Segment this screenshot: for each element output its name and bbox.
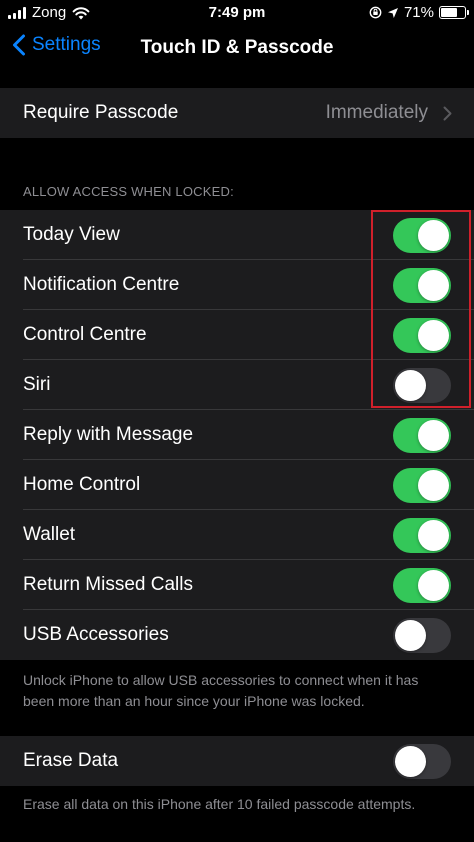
return-missed-calls-toggle[interactable]	[393, 568, 451, 603]
toggle-knob	[418, 220, 449, 251]
home-control-row: Home Control	[0, 460, 474, 510]
section-header-locked: ALLOW ACCESS WHEN LOCKED:	[23, 184, 234, 199]
wallet-label: Wallet	[23, 524, 76, 545]
require-passcode-row[interactable]: Require Passcode Immediately	[0, 88, 474, 138]
allow-access-group: Today View Notification Centre Control Cen…	[0, 210, 474, 660]
toggle-knob	[418, 520, 449, 551]
settings-screen: Zong 7:49 pm 71% Settings Touch ID & Pas…	[0, 0, 474, 842]
siri-toggle[interactable]	[393, 368, 451, 403]
siri-label: Siri	[23, 374, 51, 395]
control-centre-toggle[interactable]	[393, 318, 451, 353]
toggle-knob	[418, 320, 449, 351]
page-title: Touch ID & Passcode	[0, 37, 474, 59]
toggle-knob	[418, 420, 449, 451]
toggle-knob	[418, 270, 449, 301]
control-centre-row: Control Centre	[0, 310, 474, 360]
erase-data-row: Erase Data	[0, 736, 474, 786]
wallet-toggle[interactable]	[393, 518, 451, 553]
today-view-label: Today View	[23, 224, 120, 245]
home-control-label: Home Control	[23, 474, 141, 495]
today-view-row: Today View	[0, 210, 474, 260]
location-arrow-icon	[387, 7, 398, 18]
return-missed-calls-label: Return Missed Calls	[23, 574, 193, 595]
battery-fill	[441, 8, 458, 17]
today-view-toggle[interactable]	[393, 218, 451, 253]
usb-accessories-footer: Unlock iPhone to allow USB accessories t…	[23, 672, 419, 709]
erase-data-toggle[interactable]	[393, 744, 451, 779]
return-missed-calls-row: Return Missed Calls	[0, 560, 474, 610]
notification-centre-toggle[interactable]	[393, 268, 451, 303]
require-passcode-group: Require Passcode Immediately	[0, 88, 474, 138]
notification-centre-row: Notification Centre	[0, 260, 474, 310]
status-right: 71%	[369, 4, 469, 21]
control-centre-label: Control Centre	[23, 324, 147, 345]
usb-accessories-row: USB Accessories	[0, 610, 474, 660]
usb-accessories-label: USB Accessories	[23, 624, 169, 645]
battery-icon	[439, 6, 469, 19]
erase-data-footer: Erase all data on this iPhone after 10 f…	[23, 796, 416, 812]
erase-data-group: Erase Data	[0, 736, 474, 786]
notification-centre-label: Notification Centre	[23, 274, 180, 295]
usb-accessories-toggle[interactable]	[393, 618, 451, 653]
toggle-knob	[418, 470, 449, 501]
require-passcode-value: Immediately	[325, 102, 428, 123]
toggle-knob	[395, 620, 426, 651]
battery-percentage: 71%	[403, 4, 434, 21]
toggle-knob	[395, 370, 426, 401]
require-passcode-label: Require Passcode	[23, 102, 179, 123]
siri-row: Siri	[0, 360, 474, 410]
toggle-knob	[418, 570, 449, 601]
toggle-knob	[395, 746, 426, 777]
chevron-right-icon	[443, 106, 452, 121]
reply-with-message-label: Reply with Message	[23, 424, 194, 445]
erase-data-label: Erase Data	[23, 750, 119, 771]
page-title-text: Touch ID & Passcode	[140, 37, 334, 58]
reply-with-message-toggle[interactable]	[393, 418, 451, 453]
status-bar: Zong 7:49 pm 71%	[0, 0, 474, 26]
reply-with-message-row: Reply with Message	[0, 410, 474, 460]
navigation-bar: Settings Touch ID & Passcode	[0, 26, 474, 72]
home-control-toggle[interactable]	[393, 468, 451, 503]
orientation-lock-icon	[369, 6, 382, 19]
wallet-row: Wallet	[0, 510, 474, 560]
